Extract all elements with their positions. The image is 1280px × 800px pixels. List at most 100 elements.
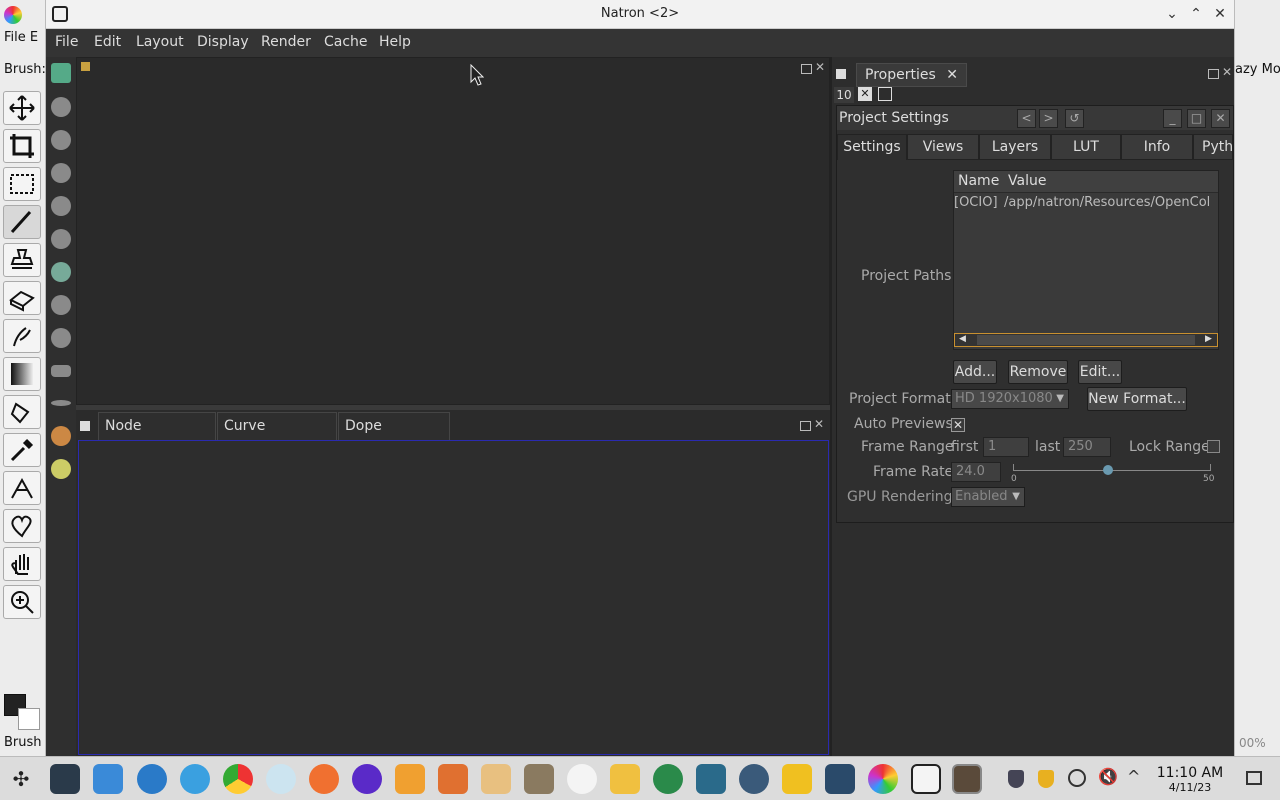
merge-node-icon[interactable]: [51, 295, 71, 315]
app-icon-stack[interactable]: [825, 764, 855, 794]
props-float-icon[interactable]: [1208, 69, 1219, 79]
color-node-icon[interactable]: [51, 196, 71, 216]
add-path-button[interactable]: Add...: [953, 360, 997, 384]
file-manager-icon[interactable]: [93, 764, 123, 794]
tab-lut[interactable]: LUT: [1051, 134, 1121, 160]
gmic-node-icon[interactable]: [51, 426, 71, 446]
rect-select-tool-icon[interactable]: [3, 167, 41, 201]
browser-icon[interactable]: [137, 764, 167, 794]
project-paths-table[interactable]: Name Value [OCIO] /app/natron/Resources/…: [953, 170, 1219, 350]
menu-file[interactable]: File: [55, 34, 78, 50]
gimp-icon[interactable]: [524, 764, 554, 794]
zoom-tool-icon[interactable]: [3, 585, 41, 619]
remove-path-button[interactable]: Remove: [1008, 360, 1068, 384]
crop-tool-icon[interactable]: [3, 129, 41, 163]
shape-tool-icon[interactable]: [3, 509, 41, 543]
bg-color-swatch[interactable]: [18, 708, 40, 730]
app-icon-monkey[interactable]: [739, 764, 769, 794]
menu-cache[interactable]: Cache: [324, 34, 368, 50]
time-node-icon[interactable]: [51, 130, 71, 150]
natron-taskbar-icon[interactable]: [911, 764, 941, 794]
viewer-close-icon[interactable]: ✕: [815, 60, 825, 74]
image-node-icon[interactable]: [51, 63, 71, 83]
clear-panels-icon[interactable]: ✕: [858, 87, 872, 101]
node-graph-canvas[interactable]: [78, 440, 829, 755]
lock-range-checkbox[interactable]: [1207, 440, 1220, 453]
props-menu-icon[interactable]: [836, 69, 846, 79]
move-tool-icon[interactable]: [3, 91, 41, 125]
panel-minimize-icon[interactable]: _: [1163, 109, 1182, 128]
firefox-icon[interactable]: [309, 764, 339, 794]
safari-icon[interactable]: [180, 764, 210, 794]
tab-close-icon[interactable]: ✕: [946, 67, 958, 83]
bg-menu-file[interactable]: File: [4, 30, 26, 45]
restore-defaults-icon[interactable]: ↺: [1065, 109, 1084, 128]
globe-icon[interactable]: [653, 764, 683, 794]
color-picker-tool-icon[interactable]: [3, 433, 41, 467]
tab-dope-sheet[interactable]: Dope Sheet✕: [338, 412, 450, 461]
hand-tool-icon[interactable]: [3, 547, 41, 581]
tab-properties[interactable]: Properties ✕: [856, 63, 967, 87]
gpu-rendering-dropdown[interactable]: Enabled ▼: [951, 487, 1025, 507]
close-icon[interactable]: ✕: [1210, 4, 1230, 24]
viewer-menu-icon[interactable]: [81, 62, 90, 71]
fill-tool-icon[interactable]: [3, 395, 41, 429]
tab-settings[interactable]: Settings: [837, 134, 907, 160]
table-cell-value[interactable]: /app/natron/Resources/OpenCol: [1004, 195, 1218, 210]
auto-previews-checkbox[interactable]: ✕: [951, 418, 965, 432]
menu-display[interactable]: Display: [197, 34, 249, 50]
tab-layers[interactable]: Layers: [979, 134, 1051, 160]
chrome-icon[interactable]: [223, 764, 253, 794]
table-cell-name[interactable]: [OCIO]: [954, 195, 998, 210]
app-icon-coral[interactable]: [266, 764, 296, 794]
security-tray-icon[interactable]: [1008, 770, 1024, 788]
pane-close-icon[interactable]: ✕: [814, 417, 824, 431]
props-close-icon[interactable]: ✕: [1222, 65, 1232, 79]
app-icon-shield[interactable]: [782, 764, 812, 794]
edit-path-button[interactable]: Edit...: [1078, 360, 1122, 384]
path-tool-icon[interactable]: [3, 471, 41, 505]
viewer-pane[interactable]: ✕: [76, 57, 830, 405]
smudge-tool-icon[interactable]: [3, 319, 41, 353]
app-icon-teapot[interactable]: [610, 764, 640, 794]
extra-node-icon[interactable]: [51, 459, 71, 479]
column-header-name[interactable]: Name: [958, 173, 999, 189]
transform-node-icon[interactable]: [51, 328, 71, 348]
menu-help[interactable]: Help: [379, 34, 411, 50]
panel-float-icon[interactable]: □: [1187, 109, 1206, 128]
stamp-tool-icon[interactable]: [3, 243, 41, 277]
tab-curve-editor[interactable]: Curve Editor✕: [217, 412, 337, 461]
scroll-left-icon[interactable]: ◀: [959, 334, 966, 344]
vpn-tray-icon[interactable]: [1038, 770, 1054, 788]
tab-python[interactable]: Pyth: [1193, 134, 1233, 160]
minimize-panels-icon[interactable]: [878, 87, 892, 101]
new-format-button[interactable]: New Format...: [1087, 387, 1187, 411]
menu-render[interactable]: Render: [261, 34, 311, 50]
show-desktop-icon[interactable]: [1246, 771, 1262, 785]
update-tray-icon[interactable]: [1068, 769, 1086, 787]
tray-expand-icon[interactable]: ^: [1127, 767, 1140, 786]
pane-splitter[interactable]: [76, 405, 830, 410]
redo-icon[interactable]: >: [1039, 109, 1058, 128]
keyer-node-icon[interactable]: [51, 262, 71, 282]
volume-muted-icon[interactable]: 🔇: [1098, 767, 1118, 786]
slider-handle[interactable]: [1103, 465, 1114, 475]
app-icon-chart[interactable]: [696, 764, 726, 794]
tab-info[interactable]: Info: [1121, 134, 1193, 160]
filter-node-icon[interactable]: [51, 229, 71, 249]
frame-last-input[interactable]: 250: [1063, 437, 1111, 457]
color-app-icon[interactable]: [868, 764, 898, 794]
menu-layout[interactable]: Layout: [136, 34, 184, 50]
max-panels-field[interactable]: 10: [834, 87, 854, 103]
frame-rate-slider[interactable]: 0 50: [1011, 458, 1214, 484]
pane-menu-icon[interactable]: [80, 421, 90, 431]
scrollbar-thumb[interactable]: [977, 335, 1195, 345]
panel-close-icon[interactable]: ✕: [1211, 109, 1230, 128]
eraser-tool-icon[interactable]: [3, 281, 41, 315]
gradient-tool-icon[interactable]: [3, 357, 41, 391]
pane-float-icon[interactable]: [800, 421, 811, 431]
menu-edit[interactable]: Edit: [94, 34, 121, 50]
app-icon-f[interactable]: [352, 764, 382, 794]
clock[interactable]: 11:10 AM 4/11/23: [1150, 765, 1230, 794]
tab-views[interactable]: Views: [907, 134, 979, 160]
